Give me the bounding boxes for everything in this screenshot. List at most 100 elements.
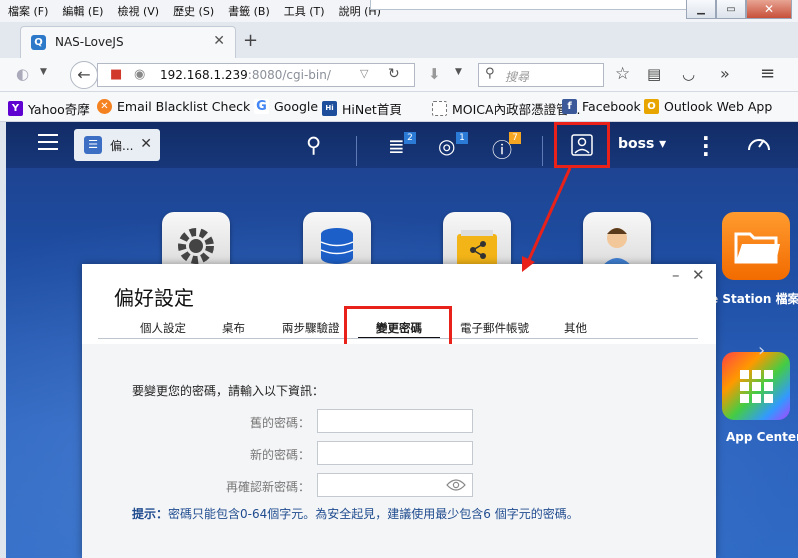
close-app-tab-icon[interactable]: ✕ [140,136,152,152]
yahoo-icon: Y [8,101,23,116]
url-bar[interactable]: ■ ◉ 192.168.1.239:8080/cgi-bin/ ▽ ↻ [97,63,415,87]
tab-others[interactable]: 其他 [564,320,587,336]
bookmark-blacklist[interactable]: ✕ Email Blacklist Check ... [97,99,266,114]
file-station-label: e Station 檔案 [710,292,798,306]
google-icon: G [254,99,269,114]
tab-title: NAS-LoveJS [55,35,124,49]
info-badge: 7 [509,132,521,144]
next-page-icon[interactable]: › [758,340,765,361]
dialog-title: 偏好設定 [114,286,194,310]
navigation-bar: ◐ ▼ ← ■ ◉ 192.168.1.239:8080/cgi-bin/ ▽ … [0,58,798,92]
tasks-badge: 2 [404,132,416,144]
facebook-icon: f [562,99,577,114]
hint-label: 提示： [132,507,169,521]
bookmark-label: Email Blacklist Check ... [117,99,267,114]
new-password-input[interactable] [317,441,473,465]
search-icon: ⚲ [485,66,495,81]
preferences-dialog: – ✕ 偏好設定 個人設定 桌布 兩步驟驗證 變更密碼 電子郵件帳號 其他 要變… [82,264,716,558]
hinet-icon: Hi [322,101,337,116]
tab-email-account[interactable]: 電子郵件帳號 [460,320,529,336]
old-password-input[interactable] [317,409,473,433]
bookmark-label: Google [274,99,319,114]
app-center-label: App Center [726,430,798,444]
menu-tools[interactable]: 工具 (T) [284,3,325,19]
menu-file[interactable]: 檔案 (F) [8,3,48,19]
bookmark-outlook[interactable]: O Outlook Web App [644,99,772,114]
overflow-icon[interactable]: » [720,64,730,83]
bookmark-hinet[interactable]: Hi HiNet首頁 [322,99,402,118]
camera-icon: ■ [110,67,123,82]
moica-icon [432,101,447,116]
divider-2 [542,136,543,166]
password-hint: 提示：密碼只能包含0-64個字元。為安全起見，建議使用最少包含6 個字元的密碼。 [132,505,579,522]
hint-text: 密碼只能包含0-64個字元。為安全起見，建議使用最少包含6 個字元的密碼。 [168,507,579,521]
firefox-hello-icon[interactable]: ◐ [16,65,29,83]
browser-tab[interactable]: Q NAS-LoveJS ✕ [20,26,236,58]
more-options-icon[interactable]: · · · [702,128,710,164]
menu-items: 檔案 (F) 編輯 (E) 檢視 (V) 歷史 (S) 書籤 (B) 工具 (T… [8,3,381,19]
outlook-icon: O [644,99,659,114]
new-tab-button[interactable]: + [243,30,258,51]
instruction-text: 要變更您的密碼，請輸入以下資訊： [132,384,325,398]
app-tab-label: 偏... [110,139,134,153]
blacklist-icon: ✕ [97,99,112,114]
bookmark-facebook[interactable]: f Facebook [562,99,641,114]
bookmark-label: Facebook [582,99,641,114]
tab-wallpaper[interactable]: 桌布 [222,320,245,336]
chevron-down-icon[interactable]: ▼ [40,67,47,77]
eye-icon[interactable] [446,478,466,492]
menu-view[interactable]: 檢視 (V) [117,3,159,19]
app-grid-icon [740,370,773,403]
tab-strip: Q NAS-LoveJS ✕ + [0,22,798,58]
username-menu[interactable]: boss ▾ [618,136,666,152]
background-tasks-icon[interactable]: ≣ [388,134,405,158]
search-placeholder: 搜尋 [505,70,530,84]
dropdown-arrow-icon[interactable]: ▽ [360,67,368,80]
file-station-app[interactable] [722,212,790,280]
maximize-button[interactable]: ▭ [716,0,746,19]
window-controls: ▁ ▭ ✕ [686,0,792,19]
close-tab-icon[interactable]: ✕ [213,33,225,49]
app-center-app[interactable] [722,352,790,420]
search-bar[interactable]: ⚲ 搜尋 [478,63,604,87]
menu-edit[interactable]: 編輯 (E) [62,3,103,19]
qnap-favicon-icon: Q [31,35,46,50]
user-profile-button[interactable] [554,122,610,168]
main-menu-icon[interactable] [38,134,58,150]
bookmark-moica[interactable]: MOICA內政部憑證管... [432,99,581,118]
bookmark-yahoo[interactable]: Y Yahoo奇摩 [8,99,90,118]
hamburger-menu-icon[interactable]: ≡ [760,63,775,84]
back-button[interactable]: ← [70,61,98,89]
notifications-icon[interactable]: ◎ [438,134,455,158]
confirm-password-input[interactable] [317,473,473,497]
chevron-down-icon-2[interactable]: ▼ [455,67,462,77]
globe-icon: ◉ [134,67,146,82]
download-icon[interactable]: ⬇ [428,65,441,83]
pocket-icon[interactable]: ◡ [682,65,695,83]
reload-icon[interactable]: ↻ [388,66,400,82]
new-password-label: 新的密碼： [249,448,310,462]
tab-personal[interactable]: 個人設定 [140,320,186,336]
minimize-button[interactable]: ▁ [686,0,716,19]
search-icon-topbar[interactable]: ⚲ [306,133,321,157]
star-icon[interactable]: ☆ [615,64,630,84]
tab-2-step-verification[interactable]: 兩步驟驗證 [282,320,340,336]
settings-sliders-icon: ☰ [84,136,102,154]
bookmark-label: Yahoo奇摩 [28,102,90,117]
browser-menubar: 檔案 (F) 編輯 (E) 檢視 (V) 歷史 (S) 書籤 (B) 工具 (T… [0,0,798,22]
url-host: 192.168.1.239 [160,68,248,82]
menu-bookmarks[interactable]: 書籤 (B) [228,3,270,19]
dashboard-gauge-icon[interactable] [746,132,772,154]
bookmark-google[interactable]: G Google [254,99,318,114]
bookmark-label: HiNet首頁 [342,102,402,117]
notifications-badge: 1 [456,132,468,144]
preferences-app-tab[interactable]: ☰ 偏... ✕ [74,129,160,161]
minimize-dialog-icon[interactable]: – [672,266,680,284]
close-dialog-icon[interactable]: ✕ [692,266,705,284]
reading-list-icon[interactable]: ▤ [647,65,661,83]
divider [356,136,357,166]
url-text: 192.168.1.239:8080/cgi-bin/ [160,68,331,82]
confirm-password-label: 再確認新密碼： [225,480,310,494]
close-window-button[interactable]: ✕ [746,0,792,19]
menu-history[interactable]: 歷史 (S) [173,3,214,19]
